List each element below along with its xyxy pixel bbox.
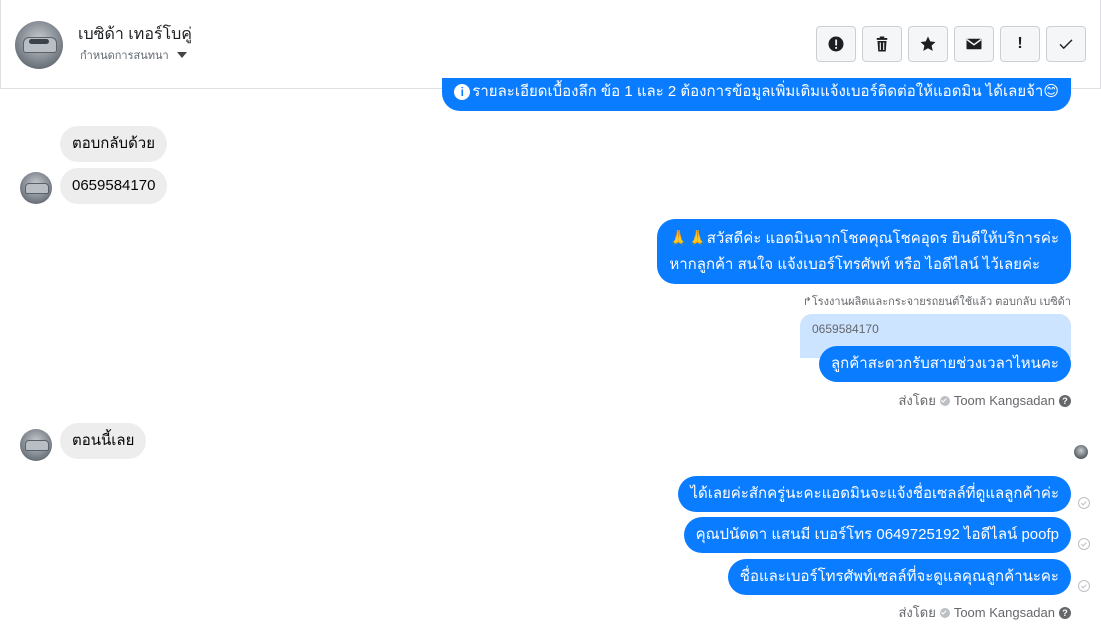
message-text: ชื่อและเบอร์โทรศัพท์เซลล์ที่จะดูแลคุณลูก… <box>739 568 1059 585</box>
car-image <box>25 183 49 194</box>
message-text: ตอนนี้เลย <box>72 432 135 449</box>
read-receipt-avatar <box>1074 445 1088 459</box>
verified-icon <box>939 607 950 618</box>
message-outgoing-partial[interactable]: i รายละเอียดเบื้องลึก ข้อ 1 และ 2 ต้องการ… <box>442 78 1071 111</box>
sent-status-icon <box>1078 580 1090 592</box>
sent-by-label: ส่งโดย Toom Kangsadan ? <box>898 390 1071 411</box>
info-icon: i <box>454 84 471 101</box>
message-incoming[interactable]: 0659584170 <box>60 168 168 204</box>
message-text-line1: สวัสดีค่ะ แอดมินจากโชคคุณโชคอุดร ยินดีให… <box>706 230 1059 247</box>
assign-label: กำหนดการสนทนา <box>80 50 169 62</box>
sender-name: Toom Kangsadan <box>953 605 1055 620</box>
mark-done-button[interactable] <box>1046 26 1086 62</box>
sent-status-icon <box>1078 538 1090 550</box>
sender-name: Toom Kangsadan <box>953 393 1055 408</box>
reply-context-note: ↱โรงงานผลิตและกระจายรถยนต์ใช้แล้ว ตอบกลั… <box>803 292 1071 310</box>
check-icon <box>1059 39 1073 50</box>
contact-avatar[interactable] <box>15 21 63 69</box>
sent-by-label: ส่งโดย Toom Kangsadan ? <box>898 602 1071 623</box>
message-outgoing[interactable]: 🙏🙏สวัสดีค่ะ แอดมินจากโชคคุณโชคอุดร ยินดี… <box>657 219 1071 284</box>
message-incoming[interactable]: ตอนนี้เลย <box>60 423 147 459</box>
help-icon[interactable]: ? <box>1059 394 1071 407</box>
verified-icon <box>939 395 950 406</box>
message-text-line2: หากลูกค้า สนใจ แจ้งเบอร์โทรศัพท์ หรือ ไอ… <box>669 256 1041 273</box>
car-image <box>25 440 49 451</box>
assign-conversation-dropdown[interactable]: กำหนดการสนทนา <box>80 46 187 64</box>
conversation-header: เบซิด้า เทอร์โบคู่ กำหนดการสนทนา ! <box>0 0 1101 89</box>
alert-circle-icon <box>828 36 844 52</box>
pray-emoji-icon: 🙏🙏 <box>669 229 707 247</box>
message-outgoing[interactable]: ชื่อและเบอร์โทรศัพท์เซลล์ที่จะดูแลคุณลูก… <box>727 559 1071 595</box>
message-text: ได้เลยค่ะสักครู่นะคะแอดมินจะแจ้งชื่อเซลล… <box>690 485 1059 502</box>
message-incoming[interactable]: ตอบกลับด้วย <box>60 126 168 162</box>
caret-down-icon <box>176 52 187 58</box>
sent-by-text: ส่งโดย <box>898 605 936 620</box>
contact-avatar-small <box>20 172 52 204</box>
help-icon[interactable]: ? <box>1059 606 1071 619</box>
reply-arrow-icon: ↱ <box>802 296 812 308</box>
mark-important-button[interactable]: ! <box>1000 26 1040 62</box>
mark-unread-button[interactable] <box>954 26 994 62</box>
contact-name[interactable]: เบซิด้า เทอร์โบคู่ <box>78 22 192 47</box>
car-window <box>29 39 49 44</box>
message-text: ตอบกลับด้วย <box>72 135 156 152</box>
reply-note-text: โรงงานผลิตและกระจายรถยนต์ใช้แล้ว ตอบกลับ… <box>811 296 1071 308</box>
important-label: ! <box>1017 35 1023 52</box>
message-outgoing[interactable]: ได้เลยค่ะสักครู่นะคะแอดมินจะแจ้งชื่อเซลล… <box>678 476 1071 512</box>
mark-spam-button[interactable] <box>816 26 856 62</box>
message-outgoing[interactable]: คุณปนัดดา แสนมี เบอร์โทร 0649725192 ไอดี… <box>683 517 1071 553</box>
envelope-icon <box>966 38 982 50</box>
message-text: รายละเอียดเบื้องลึก ข้อ 1 และ 2 ต้องการข… <box>472 83 1044 100</box>
message-text: คุณปนัดดา แสนมี เบอร์โทร 0649725192 ไอดี… <box>695 526 1059 543</box>
message-text: 0659584170 <box>72 177 156 194</box>
sent-by-text: ส่งโดย <box>898 393 936 408</box>
trash-icon <box>876 36 888 52</box>
message-outgoing[interactable]: ลูกค้าสะดวกรับสายช่วงเวลาไหนคะ <box>818 346 1071 382</box>
conversation-toolbar: ! <box>816 26 1086 62</box>
star-icon <box>920 36 936 51</box>
sent-status-icon <box>1078 497 1090 509</box>
star-button[interactable] <box>908 26 948 62</box>
delete-button[interactable] <box>862 26 902 62</box>
quoted-text: 0659584170 <box>812 322 879 336</box>
contact-avatar-small <box>20 429 52 461</box>
emoji-icon: 😊 <box>1043 82 1059 100</box>
message-text: ลูกค้าสะดวกรับสายช่วงเวลาไหนคะ <box>830 355 1059 372</box>
